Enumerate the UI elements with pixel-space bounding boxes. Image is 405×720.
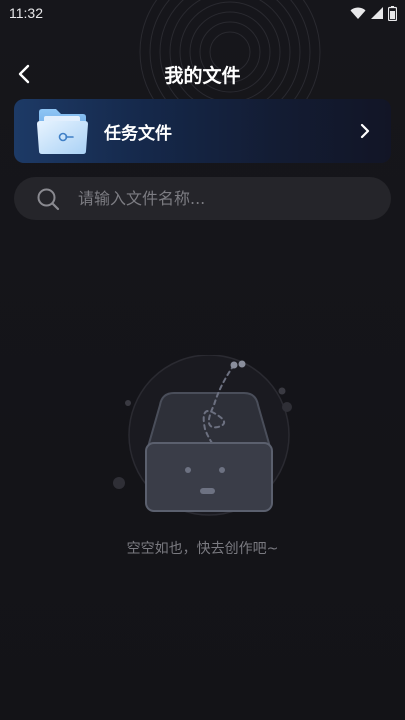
task-files-label: 任务文件 — [104, 124, 172, 144]
search-input[interactable] — [78, 185, 368, 212]
folder-icon — [37, 109, 88, 154]
search-bar — [14, 177, 391, 220]
cell-signal-icon — [371, 7, 383, 19]
status-bar: 11:32 — [0, 0, 405, 26]
page-title: 我的文件 — [164, 65, 241, 87]
wifi-icon — [350, 7, 366, 19]
header: 我的文件 — [0, 50, 405, 98]
battery-icon — [388, 5, 397, 21]
search-icon — [37, 188, 60, 211]
task-files-card[interactable]: 任务文件 — [14, 99, 391, 163]
my-files-screen: 11:32 我的文件 任务文件 请输入文件名称... 空空如也，快去创作吧~ — [0, 0, 405, 720]
status-time: 11:32 — [9, 5, 43, 21]
empty-inbox-illustration — [113, 355, 292, 516]
chevron-right-icon — [360, 123, 370, 139]
status-icons — [350, 5, 397, 21]
empty-state-text: 空空如也，快去创作吧~ — [126, 541, 279, 557]
